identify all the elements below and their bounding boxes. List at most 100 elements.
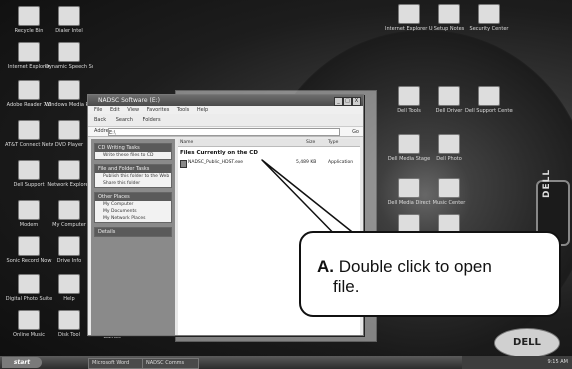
taskbar-item[interactable]: Microsoft Word — [88, 358, 145, 369]
sonic-icon — [18, 236, 40, 256]
task-pane: CD Writing Tasks Write these files to CD… — [91, 139, 175, 335]
menu-edit[interactable]: Edit — [110, 107, 120, 113]
search-button[interactable]: Search — [116, 117, 133, 123]
desktop-icon[interactable]: Network Explorer — [45, 160, 93, 188]
menu-view[interactable]: View — [127, 107, 139, 113]
desktop-icon[interactable]: Help — [45, 274, 93, 302]
recycle-bin-icon — [18, 6, 40, 26]
folder-icon — [398, 134, 420, 154]
desktop-icon[interactable]: Disk Tool — [45, 310, 93, 338]
panel-title[interactable]: Other Places — [95, 193, 171, 201]
media-icon — [58, 80, 80, 100]
taskbar: start Microsoft Word NADSC Comms 9:15 AM — [0, 356, 572, 369]
panel-file-folder: File and Folder Tasks Publish this folde… — [94, 164, 172, 188]
desktop-icon[interactable]: My Computer — [45, 200, 93, 228]
desktop-icon[interactable]: DVD Player — [45, 120, 93, 148]
file-name[interactable]: NADSC_Public_HDST.exe — [188, 159, 243, 167]
menu-file[interactable]: File — [94, 107, 102, 113]
panel-link[interactable]: My Computer — [95, 201, 171, 208]
pc-icon — [58, 200, 80, 220]
start-button[interactable]: start — [2, 357, 42, 368]
maximize-button[interactable]: □ — [343, 97, 352, 106]
folder-icon — [438, 134, 460, 154]
desktop-icon-label: Dialer Intel — [55, 28, 83, 34]
media2-icon — [18, 200, 40, 220]
folder-icon — [478, 4, 500, 24]
folder-icon — [398, 4, 420, 24]
menu-favorites[interactable]: Favorites — [147, 107, 170, 113]
music-icon — [18, 310, 40, 330]
desktop-icon-label: Drive Info — [56, 258, 82, 264]
dell-badge: DELL — [494, 328, 560, 358]
clock: 9:15 AM — [547, 359, 568, 365]
address-input[interactable]: E:\ — [108, 128, 340, 136]
column-size[interactable]: Size — [306, 139, 315, 146]
desktop-icon[interactable]: Dynamic Speech Suite — [45, 42, 93, 70]
window-title: NADSC Software (E:) — [98, 97, 160, 104]
system-tray: 9:15 AM — [462, 356, 572, 369]
player-icon — [58, 120, 80, 140]
file-row[interactable]: NADSC_Public_HDST.exe 5,489 KB Applicati… — [178, 159, 360, 168]
panel-link[interactable]: My Network Places — [95, 215, 171, 222]
desktop-icon[interactable]: Security Center — [465, 4, 513, 32]
desktop-icon[interactable]: Dell Support Center — [465, 86, 513, 114]
folder-icon — [398, 178, 420, 198]
callout-line-1: A. Double click to open — [317, 257, 559, 277]
go-button[interactable]: Go — [352, 128, 359, 137]
desktop-icon-label: Security Center — [469, 26, 509, 32]
desktop-icon-label: Dell Support Center — [465, 108, 513, 114]
desktop-icon[interactable]: Dialer Intel — [45, 6, 93, 34]
menu-help[interactable]: Help — [197, 107, 208, 113]
window-titlebar[interactable]: NADSC Software (E:) _ □ X — [88, 95, 363, 106]
panel-title[interactable]: File and Folder Tasks — [95, 165, 171, 173]
panel-link[interactable]: Write these files to CD — [95, 152, 171, 159]
desktop-icon-label: Windows Media Player — [45, 102, 93, 108]
cdburn-icon — [18, 274, 40, 294]
panel-link[interactable]: My Documents — [95, 208, 171, 215]
column-headers: Name Size Type — [178, 139, 360, 147]
desktop-icon[interactable]: Drive Info — [45, 236, 93, 264]
dell-logo-text: DELL — [542, 168, 552, 198]
help-icon — [58, 274, 80, 294]
folder-icon — [478, 86, 500, 106]
panel-link[interactable]: Publish this folder to the Web — [95, 173, 171, 180]
column-type[interactable]: Type — [328, 139, 338, 146]
close-button[interactable]: X — [352, 97, 361, 106]
callout-box: A. Double click to open file. — [299, 231, 561, 317]
desktop-icon-label: Dynamic Speech Suite — [45, 64, 93, 70]
taskbar-item[interactable]: NADSC Comms — [142, 358, 199, 369]
group-header: Files Currently on the CD — [180, 150, 258, 156]
folder-icon — [438, 4, 460, 24]
address-value: E:\ — [109, 130, 116, 136]
doc-icon — [58, 6, 80, 26]
folder-icon — [438, 178, 460, 198]
desktop-icon-label: Disk Tool — [57, 332, 81, 338]
panel-title[interactable]: CD Writing Tasks — [95, 144, 171, 152]
panel-other-places: Other Places My Computer My Documents My… — [94, 192, 172, 223]
net-icon — [58, 160, 80, 180]
desktop-icon[interactable]: Music Center — [425, 178, 473, 206]
back-button[interactable]: Back — [94, 117, 106, 123]
disk2-icon — [58, 310, 80, 330]
callout-letter: A. — [317, 257, 334, 276]
panel-details: Details — [94, 227, 172, 237]
panel-cd-writing: CD Writing Tasks Write these files to CD — [94, 143, 172, 160]
desktop-icon[interactable]: Dell Photo — [425, 134, 473, 162]
toolbar: Back Search Folders — [88, 114, 363, 127]
callout-text-1: Double click to open — [338, 257, 492, 276]
panel-title[interactable]: Details — [95, 228, 171, 236]
reader-icon — [18, 80, 40, 100]
desktop-icon[interactable]: Windows Media Player — [45, 80, 93, 108]
folders-button[interactable]: Folders — [143, 117, 161, 123]
desktop-icon-label: Music Center — [432, 200, 466, 206]
desktop-icon-label: Dell Photo — [436, 156, 462, 162]
column-name[interactable]: Name — [180, 139, 193, 146]
minimize-button[interactable]: _ — [334, 97, 343, 106]
menu-tools[interactable]: Tools — [177, 107, 189, 113]
folder-icon — [58, 42, 80, 62]
file-size: 5,489 KB — [296, 160, 317, 165]
menu-bar: File Edit View Favorites Tools Help — [88, 106, 363, 114]
address-bar: Address E:\ Go — [88, 127, 363, 137]
desktop-icon-label: My Computer — [52, 222, 86, 228]
panel-link[interactable]: Share this folder — [95, 180, 171, 187]
